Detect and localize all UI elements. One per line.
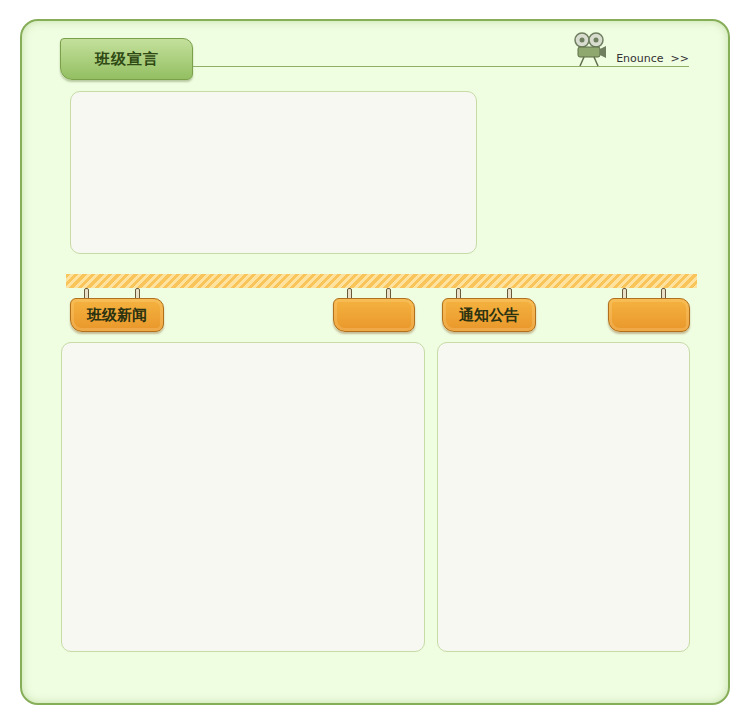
stripe-bar [66,274,697,288]
header: 班级宣言 Enounce >> [22,21,728,80]
title-text: 班级宣言 [95,50,159,69]
enounce-link[interactable]: Enounce >> [616,52,689,66]
section-title: 通知公告 [459,306,519,325]
chains [70,288,164,298]
sign-board [608,298,690,332]
blank-sign [333,288,415,342]
sign-board: 班级新闻 [70,298,164,332]
intro-box [70,91,477,254]
section: 通知公告 [437,288,690,652]
chains [442,288,536,298]
section: 班级新闻 [61,288,425,652]
content-box [437,342,690,652]
header-line: Enounce >> [193,38,689,67]
chains [333,288,415,298]
content-box [61,342,425,652]
sections: 班级新闻 通知公告 [61,288,728,652]
section-title: 班级新闻 [87,306,147,325]
blank-sign [608,288,690,342]
page: 班级宣言 Enounce >> 班级新闻 通知公告 [0,0,749,725]
sign-board [333,298,415,332]
class-panel: 班级宣言 Enounce >> 班级新闻 通知公告 [20,19,730,705]
sign-row: 班级新闻 [61,288,425,342]
section-sign: 班级新闻 [70,288,164,342]
chains [608,288,690,298]
title-sign: 班级宣言 [60,38,193,80]
sign-board: 通知公告 [442,298,536,332]
sign-row: 通知公告 [437,288,690,342]
section-sign: 通知公告 [442,288,536,342]
camera-icon [572,31,608,67]
